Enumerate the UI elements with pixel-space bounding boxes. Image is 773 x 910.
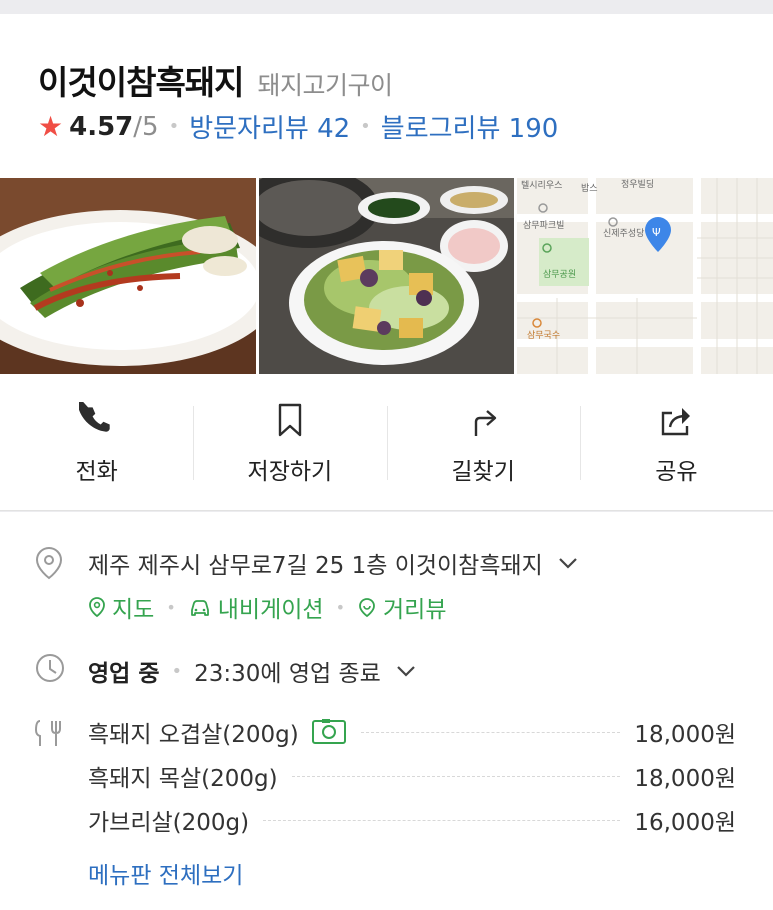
address-links: 지도 • 내비게이션 • 거리뷰: [88, 590, 447, 624]
map-label: 정우빌딩: [621, 180, 655, 190]
hours-detail: 23:30에 영업 종료: [194, 661, 381, 687]
menu-item[interactable]: 가브리살(200g) 16,000원: [88, 804, 736, 836]
directions-label: 길찾기: [451, 459, 515, 485]
rating-row: ★ 4.57 /5 • 방문자리뷰 42 • 블로그리뷰 190: [38, 108, 558, 145]
fork-knife-icon: [34, 720, 61, 746]
menu-item-name: 가브리살(200g): [88, 810, 250, 836]
menu-item-price: 18,000원: [634, 766, 736, 792]
car-icon: [190, 600, 209, 616]
map-label: 신제주성당: [603, 229, 645, 239]
food-photo-salad[interactable]: [259, 178, 514, 374]
bookmark-icon: [278, 403, 302, 437]
save-label: 저장하기: [247, 459, 333, 485]
separator-dot: •: [168, 116, 180, 137]
map-link-label: 지도: [112, 597, 155, 623]
separator-dot: •: [166, 597, 176, 617]
location-pin-icon: [35, 546, 63, 580]
navigation-link[interactable]: 내비게이션: [188, 590, 324, 624]
chevron-down-icon: [397, 666, 415, 677]
call-button[interactable]: 전화: [0, 376, 193, 511]
place-summary-card: 이것이참흑돼지 돼지고기구이 ★ 4.57 /5 • 방문자리뷰 42 • 블로…: [0, 14, 773, 511]
map-label: 삼무파크빌: [523, 221, 565, 231]
star-icon: ★: [38, 109, 64, 143]
map-label: 텔시리우스: [521, 181, 563, 191]
separator-dot: •: [335, 597, 346, 617]
place-category: 돼지고기구이: [257, 71, 394, 100]
address-text: 제주 제주시 삼무로7길 25 1층 이것이참흑돼지: [88, 553, 543, 579]
hours-status: 영업 중: [88, 661, 160, 687]
rating-max: /5: [133, 111, 159, 142]
photo-strip: Ψ 텔시리우스 밥스 정우빌딩 삼무파크빌 신제주성당 삼무공원 삼무국수: [0, 178, 773, 374]
blog-reviews-link[interactable]: 블로그리뷰 190: [381, 108, 559, 145]
menu-item-price: 18,000원: [634, 722, 736, 748]
map-label: 밥스: [581, 184, 598, 194]
place-info-section: 제주 제주시 삼무로7길 25 1층 이것이참흑돼지 지도 • 내비게이션 • …: [0, 512, 773, 910]
menu-item-name: 흑돼지 목살(200g): [88, 766, 278, 792]
menu-item[interactable]: 흑돼지 목살(200g) 18,000원: [88, 760, 736, 792]
street-view-link[interactable]: 거리뷰: [357, 590, 447, 624]
map-label: 삼무공원: [543, 270, 577, 280]
share-button[interactable]: 공유: [579, 376, 773, 511]
separator-dot: •: [171, 660, 183, 682]
map-link[interactable]: 지도: [88, 590, 154, 624]
visitor-reviews-link[interactable]: 방문자리뷰 42: [189, 108, 350, 145]
separator-dot: •: [360, 116, 371, 137]
camera-icon[interactable]: [311, 719, 347, 745]
status-area: [0, 0, 773, 14]
street-view-link-label: 거리뷰: [383, 597, 447, 623]
share-label: 공유: [655, 459, 698, 485]
menu-item-name: 흑돼지 오겹살(200g): [88, 722, 299, 748]
chevron-down-icon: [559, 558, 577, 569]
phone-icon: [78, 402, 110, 432]
menu-leader-line: [263, 819, 621, 821]
hours[interactable]: 영업 중 • 23:30에 영업 종료: [88, 654, 417, 688]
map-thumbnail[interactable]: Ψ 텔시리우스 밥스 정우빌딩 삼무파크빌 신제주성당 삼무공원 삼무국수: [517, 178, 773, 374]
place-name: 이것이참흑돼지: [38, 63, 245, 102]
title-row: 이것이참흑돼지 돼지고기구이: [38, 56, 393, 104]
menu-item-price: 16,000원: [634, 810, 736, 836]
menu-leader-line: [291, 775, 621, 777]
menu-item[interactable]: 흑돼지 오겹살(200g) 18,000원: [88, 716, 736, 748]
directions-icon: [474, 410, 497, 436]
street-view-icon: [359, 598, 375, 618]
directions-button[interactable]: 길찾기: [386, 376, 580, 511]
menu-leader-line: [360, 731, 621, 733]
view-full-menu-link[interactable]: 메뉴판 전체보기: [88, 856, 243, 890]
call-label: 전화: [75, 459, 118, 485]
share-icon: [662, 408, 691, 436]
map-label: 삼무국수: [527, 331, 561, 341]
action-bar: 전화 저장하기 길찾기 공유: [0, 376, 773, 511]
address[interactable]: 제주 제주시 삼무로7길 25 1층 이것이참흑돼지: [88, 546, 579, 580]
clock-icon: [36, 654, 64, 682]
food-photo-kimchi[interactable]: [0, 178, 256, 374]
navigation-link-label: 내비게이션: [217, 597, 324, 623]
rating-score: 4.57: [69, 111, 134, 142]
map-pin-small-icon: [89, 597, 105, 618]
save-button[interactable]: 저장하기: [193, 376, 386, 511]
